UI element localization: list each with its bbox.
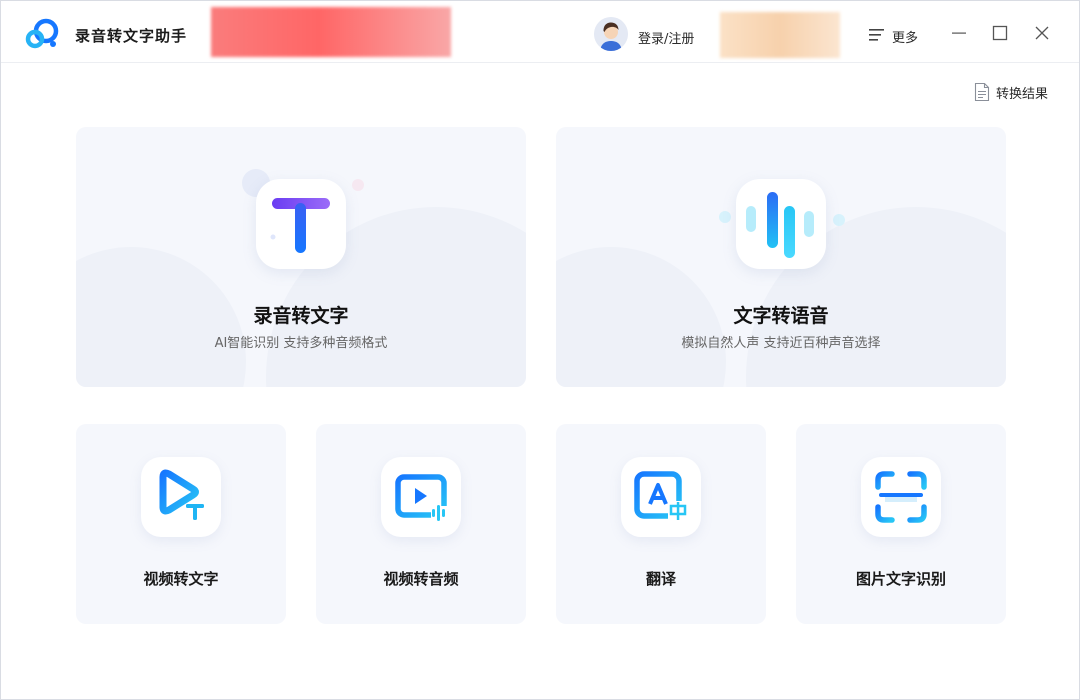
app-title: 录音转文字助手 (75, 27, 188, 45)
feature-label: 图片文字识别 (855, 570, 946, 588)
close-icon[interactable] (1032, 23, 1052, 43)
feature-label: 翻译 (645, 570, 676, 588)
feature-card-audio-to-text[interactable]: 录音转文字 AI智能识别 支持多种音频格式 (76, 127, 526, 387)
title-bar: 录音转文字助手 登录/注册 更多 (1, 1, 1079, 63)
app-logo-icon (25, 17, 61, 51)
video-to-audio-icon (381, 457, 461, 537)
feature-card-translate[interactable]: 翻译 (556, 424, 766, 624)
scan-icon (861, 457, 941, 537)
feature-card-video-to-text[interactable]: 视频转文字 (76, 424, 286, 624)
feature-label: 视频转音频 (383, 570, 459, 588)
feature-label: 视频转文字 (143, 570, 219, 588)
translate-icon (621, 457, 701, 537)
feature-card-video-to-audio[interactable]: 视频转音频 (316, 424, 526, 624)
feature-subtitle: AI智能识别 支持多种音频格式 (214, 336, 388, 351)
conversion-results-label: 转换结果 (996, 86, 1049, 102)
feature-card-image-ocr[interactable]: 图片文字识别 (796, 424, 1006, 624)
redacted-badge (720, 12, 840, 58)
menu-icon[interactable] (869, 27, 885, 41)
text-t-icon (256, 179, 346, 269)
bg-decoration (352, 179, 364, 191)
sound-wave-icon (736, 179, 826, 269)
video-to-text-icon (141, 457, 221, 537)
feature-subtitle: 模拟自然人声 支持近百种声音选择 (681, 336, 881, 351)
feature-title: 录音转文字 (253, 305, 349, 327)
bg-decoration (719, 211, 731, 223)
login-register-link[interactable]: 登录/注册 (638, 28, 694, 47)
feature-card-text-to-speech[interactable]: 文字转语音 模拟自然人声 支持近百种声音选择 (556, 127, 1006, 387)
redacted-banner (211, 7, 451, 57)
app-window: 录音转文字助手 登录/注册 更多 转换结果 录音转文字 AI智能识别 支持多种音… (0, 0, 1080, 700)
document-icon (974, 82, 990, 102)
user-avatar[interactable] (594, 17, 628, 51)
bg-decoration (833, 214, 845, 226)
feature-title: 文字转语音 (733, 305, 829, 327)
more-menu-button[interactable]: 更多 (892, 27, 918, 46)
maximize-icon[interactable] (990, 23, 1010, 43)
conversion-results-button[interactable]: 转换结果 (974, 81, 1048, 103)
minimize-icon[interactable] (949, 23, 969, 43)
